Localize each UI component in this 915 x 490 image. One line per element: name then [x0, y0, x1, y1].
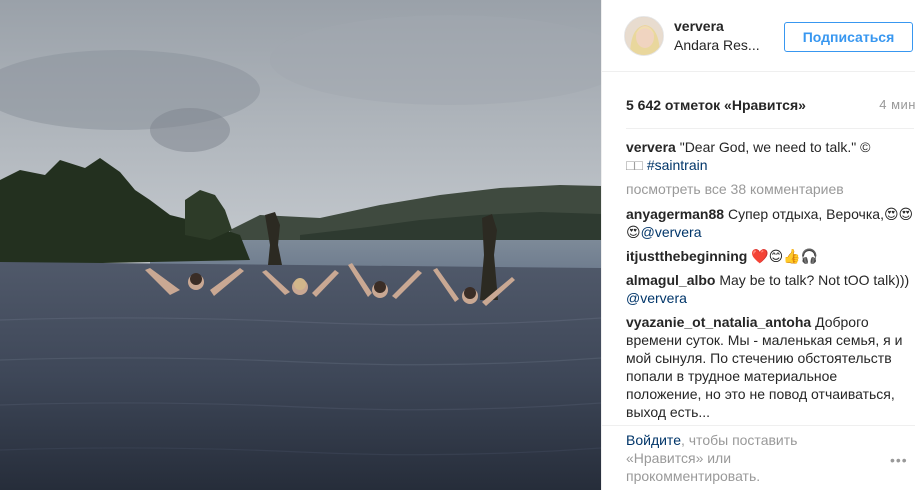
follow-button[interactable]: Подписаться — [784, 22, 913, 52]
comment-author[interactable]: anyagerman88 — [626, 206, 724, 222]
avatar-image — [625, 17, 663, 55]
username[interactable]: ververa — [674, 18, 724, 34]
comment-author[interactable]: itjustthebeginning — [626, 248, 747, 264]
pool-photo-image — [0, 0, 601, 490]
post-photo[interactable] — [0, 0, 601, 490]
list-item: itjustthebeginning ❤️😊👍🎧 — [626, 247, 914, 265]
comment-author[interactable]: almagul_albo — [626, 272, 715, 288]
avatar[interactable] — [624, 16, 664, 56]
post-time[interactable]: 4 мин — [879, 97, 915, 112]
location[interactable]: Andara Res... — [674, 37, 760, 53]
view-all-comments-link[interactable]: посмотреть все 38 комментариев — [626, 180, 914, 198]
list-item: anyagerman88 Супер отдыха, Верочка,😍😍😍@v… — [626, 205, 914, 241]
caption: ververa "Dear God, we need to talk." © □… — [626, 138, 914, 174]
caption-text: "Dear God, we need to talk." © — [675, 139, 871, 155]
likes-row: 5 642 отметок «Нравится» 4 мин — [626, 97, 915, 117]
comment-text: May be to talk? Not tOO talk))) — [715, 272, 910, 288]
comments-list: ververa "Dear God, we need to talk." © □… — [626, 128, 914, 427]
comment-author[interactable]: vyazanie_ot_natalia_antoha — [626, 314, 811, 330]
login-link[interactable]: Войдите — [626, 432, 681, 448]
comment-text: ❤️😊👍🎧 — [747, 248, 819, 264]
list-item: almagul_albo May be to talk? Not tOO tal… — [626, 271, 914, 307]
caption-author[interactable]: ververa — [626, 139, 676, 155]
more-options-icon[interactable]: ••• — [890, 452, 908, 468]
post-footer: Войдите, чтобы поставить «Нравится» или … — [602, 425, 915, 490]
caption-text-2: □□ — [626, 157, 647, 173]
list-item: vyazanie_ot_natalia_antoha Доброго време… — [626, 313, 914, 421]
comment-mention[interactable]: @ververa — [626, 290, 687, 306]
post-sidebar: ververa Andara Res... Подписаться 5 642 … — [601, 0, 915, 490]
post-header: ververa Andara Res... Подписаться — [602, 0, 915, 72]
comment-mention[interactable]: @ververa — [641, 224, 702, 240]
likes-count[interactable]: 5 642 отметок «Нравится» — [626, 97, 806, 113]
instagram-post: ververa Andara Res... Подписаться 5 642 … — [0, 0, 915, 490]
caption-hashtag[interactable]: #saintrain — [647, 157, 708, 173]
login-prompt: Войдите, чтобы поставить «Нравится» или … — [626, 431, 836, 485]
